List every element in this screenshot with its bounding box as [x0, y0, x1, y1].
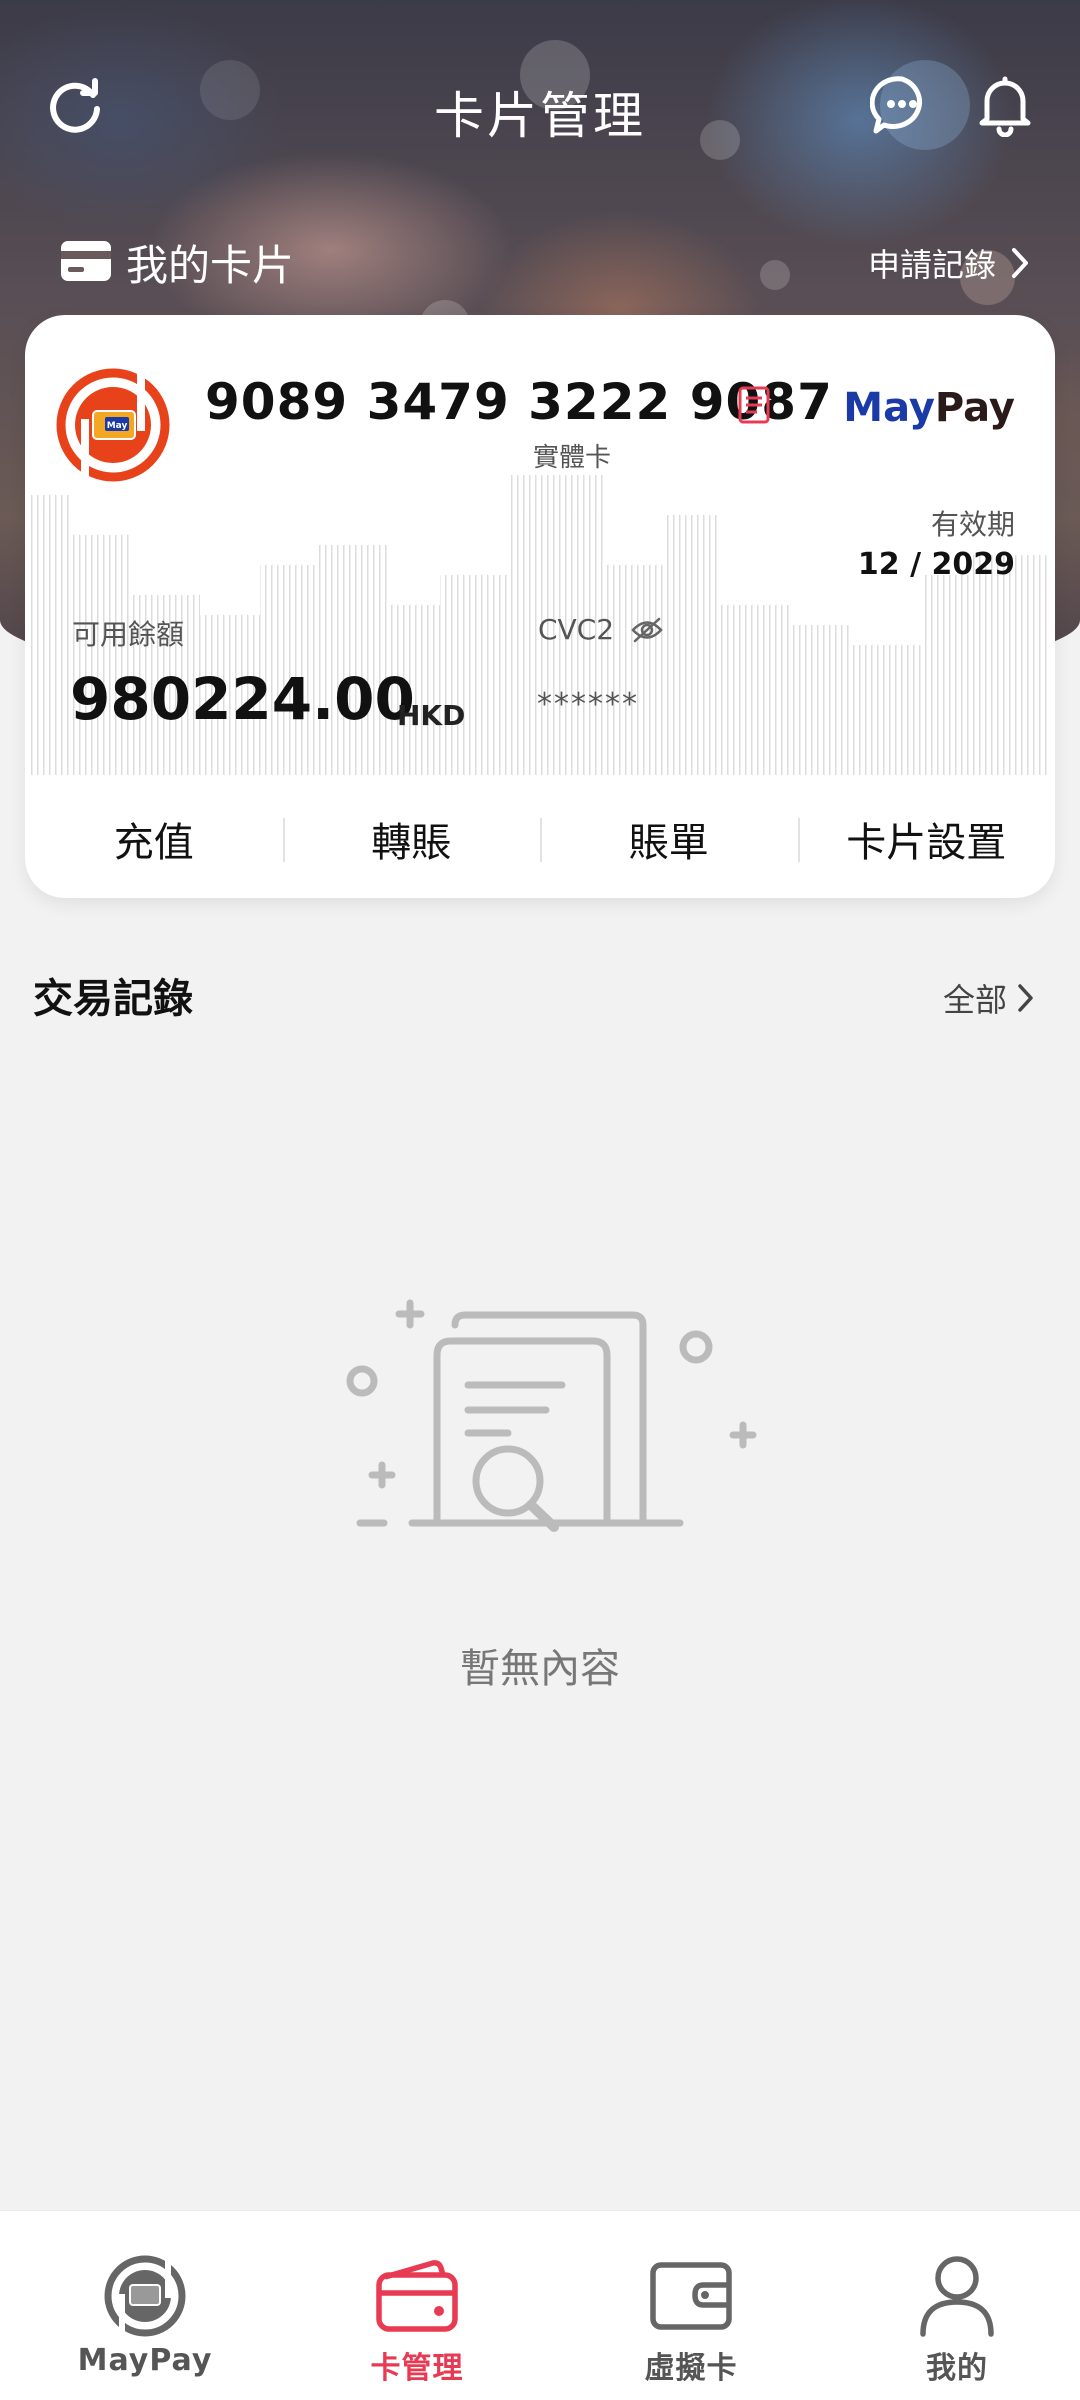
bell-icon[interactable] — [965, 65, 1045, 145]
apply-record-link[interactable]: 申請記錄 — [868, 240, 1030, 286]
bill-button[interactable]: 賬單 — [540, 810, 798, 868]
wallet-icon — [649, 2251, 733, 2341]
empty-state-icon — [340, 1285, 760, 1565]
bottom-navigation: MayPay 卡管理 虛擬卡 我的 — [0, 2210, 1080, 2400]
topup-button[interactable]: 充值 — [25, 810, 283, 868]
balance-label: 可用餘額 — [72, 618, 185, 651]
card-icon — [375, 2251, 459, 2341]
brand-pay: Pay — [934, 385, 1015, 431]
card-icon — [60, 240, 112, 286]
nav-label-virtual-card: 虛擬卡 — [644, 2351, 738, 2386]
card-actions: 充值 轉賬 賬單 卡片設置 — [25, 780, 1055, 898]
chat-icon[interactable] — [862, 65, 942, 145]
nav-label-card-manage: 卡管理 — [370, 2351, 464, 2386]
my-cards-header: 我的卡片 — [60, 232, 294, 293]
card-type: 實體卡 — [533, 443, 612, 473]
transactions-title: 交易記錄 — [33, 976, 193, 1022]
expiry-label: 有效期 — [930, 508, 1015, 541]
nav-item-virtual-card[interactable]: 虛擬卡 — [591, 2211, 791, 2400]
empty-state-text: 暫無內容 — [460, 1646, 620, 1692]
maypay-icon — [103, 2251, 187, 2341]
card-issuer-logo: May — [55, 367, 171, 483]
expiry-value: 12 / 2029 — [857, 547, 1015, 582]
balance-currency: HKD — [397, 699, 466, 732]
balance-value: 980224.00 — [70, 665, 415, 733]
logo-text: May — [107, 421, 128, 431]
nav-item-maypay[interactable]: MayPay — [45, 2211, 245, 2400]
transfer-button[interactable]: 轉賬 — [282, 810, 541, 868]
eye-off-icon[interactable] — [630, 617, 664, 643]
view-all-link[interactable]: 全部 — [943, 975, 1035, 1021]
nav-item-profile[interactable]: 我的 — [857, 2211, 1057, 2400]
copy-icon[interactable] — [737, 385, 773, 429]
nav-label-profile: 我的 — [926, 2351, 988, 2386]
chevron-right-icon — [1018, 984, 1033, 1012]
profile-icon — [918, 2251, 996, 2341]
cvc-value: ****** — [537, 687, 639, 722]
view-all-label: 全部 — [942, 981, 1007, 1019]
bank-card[interactable]: May 9089 3479 3222 9087 實體卡 MayPay 有效期 1… — [25, 315, 1055, 898]
card-settings-button[interactable]: 卡片設置 — [797, 810, 1056, 868]
chevron-right-icon — [1012, 248, 1028, 278]
top-bar: 卡片管理 — [0, 50, 1080, 160]
my-cards-title: 我的卡片 — [126, 241, 295, 290]
brand-may: May — [843, 385, 935, 431]
cvc-label-row: CVC2 — [538, 613, 664, 646]
cvc-label: CVC2 — [538, 613, 615, 646]
brand-logo: MayPay — [843, 385, 1015, 431]
nav-label-maypay: MayPay — [77, 2343, 213, 2378]
apply-record-label: 申請記錄 — [867, 246, 996, 284]
nav-item-card-manage[interactable]: 卡管理 — [317, 2211, 517, 2400]
